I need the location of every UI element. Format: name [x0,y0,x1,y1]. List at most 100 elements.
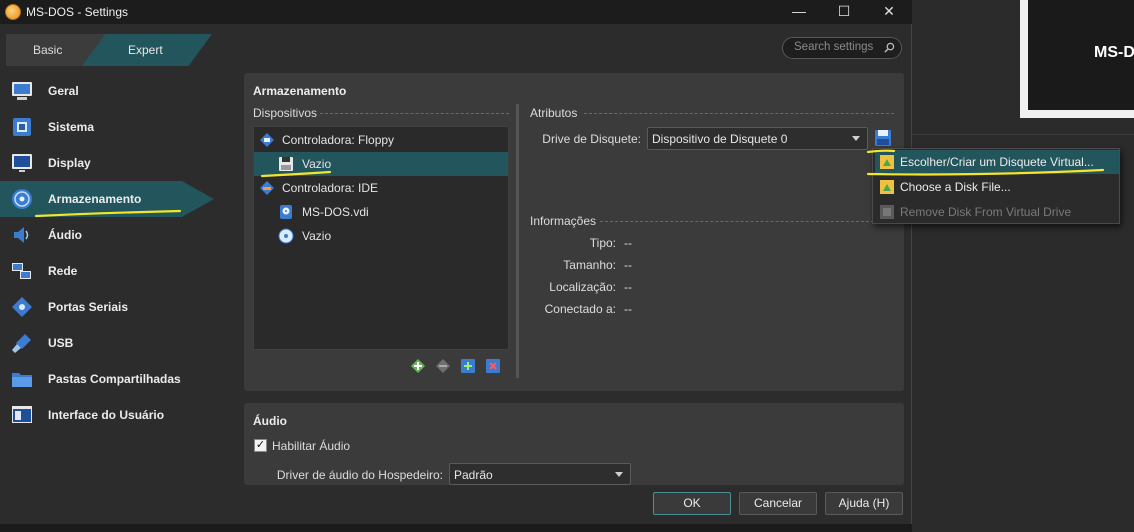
nav-label: Interface do Usuário [48,408,165,422]
panel-splitter[interactable] [516,104,519,378]
display-icon [12,154,32,172]
info-divider [600,221,894,222]
info-location-label: Localização: [549,280,616,294]
menu-item-choose-create-floppy[interactable]: Escolher/Criar um Disquete Virtual... [875,150,1119,174]
search-placeholder: Search settings [794,41,874,53]
tree-label: Vazio [302,229,332,243]
ui-icon [12,406,32,423]
enable-audio-label: Habilitar Áudio [272,439,351,453]
tree-row-ms-dos-vdi[interactable]: MS-DOS.vdi [254,200,508,224]
menu-label: Escolher/Criar um Disquete Virtual... [900,155,1094,169]
storage-tree[interactable]: Controladora: Floppy Vazio Controladora:… [253,126,509,350]
virtualbox-icon [5,4,21,20]
nav-label: Áudio [48,228,82,242]
attributes-divider [584,113,894,114]
audio-driver-label: Driver de áudio do Hospedeiro: [276,468,443,482]
search-icon [884,42,895,53]
usb-icon [12,334,31,353]
menu-item-choose-disk-file[interactable]: Choose a Disk File... [875,175,1119,199]
nav-label: Geral [48,84,79,98]
storage-title: Armazenamento [253,84,347,98]
nav-item-sistema[interactable]: Sistema [0,109,214,145]
tree-label: MS-DOS.vdi [302,205,369,219]
nav-label: USB [48,336,74,350]
tree-row-floppy-controller[interactable]: Controladora: Floppy [254,128,508,152]
info-size-value: -- [624,258,632,272]
floppy-drive-label: Drive de Disquete: [542,132,641,146]
tree-label: Controladora: IDE [282,181,379,195]
attributes-label: Atributos [530,106,578,120]
ok-button[interactable]: OK [653,492,731,515]
floppy-controller-icon [260,133,274,147]
background-bottom [0,524,912,532]
floppy-menu-icon[interactable] [874,129,892,147]
help-button[interactable]: Ajuda (H) [825,492,903,515]
tree-row-ide-controller[interactable]: Controladora: IDE [254,176,508,200]
info-size-label: Tamanho: [563,258,616,272]
mode-switch: Basic Expert [6,34,212,66]
nav-item-interface-do-usuario[interactable]: Interface do Usuário [0,397,214,433]
cd-icon [278,228,294,244]
choose-disk-icon [880,155,894,169]
speaker-icon [14,227,29,243]
chip-icon [13,118,31,136]
info-type-label: Tipo: [589,236,616,250]
search-input[interactable]: Search settings [782,37,902,59]
info-label: Informações [530,214,597,228]
nav-label: Pastas Compartilhadas [48,372,181,386]
ide-controller-icon [260,181,274,195]
disc-icon [12,189,32,209]
floppy-popup-menu: Escolher/Criar um Disquete Virtual... Ch… [872,148,1120,224]
chevron-down-icon [615,472,623,477]
close-button[interactable]: ✕ [866,0,912,24]
nav-item-geral[interactable]: Geral [0,73,214,109]
nav-label: Armazenamento [48,192,142,206]
nav-item-pastas-compartilhadas[interactable]: Pastas Compartilhadas [0,361,214,397]
settings-window: MS-DOS - Settings — ☐ ✕ Basic Expert Sea… [0,0,912,524]
add-attachment-icon[interactable] [459,357,477,375]
floppy-drive-value: Dispositivo de Disquete 0 [652,132,788,146]
eject-disk-icon [880,205,894,219]
enable-audio-checkbox[interactable]: ✓ [254,439,267,452]
remove-attachment-icon[interactable] [484,357,502,375]
title-bar: MS-DOS - Settings — ☐ ✕ [0,0,912,24]
background-divider [912,134,1134,135]
cancel-button[interactable]: Cancelar [739,492,817,515]
info-location-value: -- [624,280,632,294]
open-disk-icon [880,180,894,194]
info-attached-value: -- [624,302,632,316]
nav-label: Portas Seriais [48,300,129,314]
floppy-drive-select[interactable]: Dispositivo de Disquete 0 [647,127,868,150]
chevron-down-icon [852,136,860,141]
add-controller-icon[interactable] [409,357,427,375]
nav-label: Rede [48,264,78,278]
network-icon [12,263,31,279]
audio-driver-value: Padrão [454,468,493,482]
remove-controller-icon[interactable] [434,357,452,375]
tree-label: Controladora: Floppy [282,133,395,147]
folder-icon [12,373,32,387]
tree-label: Vazio [302,157,332,171]
nav-item-portas-seriais[interactable]: Portas Seriais [0,289,214,325]
audio-title: Áudio [253,414,287,428]
nav-item-audio[interactable]: Áudio [0,217,214,253]
nav-label: Sistema [48,120,95,134]
maximize-button[interactable]: ☐ [821,0,867,24]
menu-item-remove-disk[interactable]: Remove Disk From Virtual Drive [875,200,1119,224]
menu-label: Choose a Disk File... [900,180,1011,194]
serial-icon [12,297,32,317]
nav-item-rede[interactable]: Rede [0,253,214,289]
info-type-value: -- [624,236,632,250]
hdd-icon [280,205,292,219]
nav-item-usb[interactable]: USB [0,325,214,361]
audio-driver-select[interactable]: Padrão [449,463,631,485]
nav-item-display[interactable]: Display [0,145,214,181]
devices-divider [320,113,509,114]
info-attached-label: Conectado a: [544,302,616,316]
menu-label: Remove Disk From Virtual Drive [900,205,1072,219]
nav-item-armazenamento[interactable]: Armazenamento [0,181,214,217]
tree-row-floppy-empty[interactable]: Vazio [254,152,508,176]
floppy-icon [279,157,293,171]
minimize-button[interactable]: — [776,0,822,24]
tree-row-cd-empty[interactable]: Vazio [254,224,508,248]
